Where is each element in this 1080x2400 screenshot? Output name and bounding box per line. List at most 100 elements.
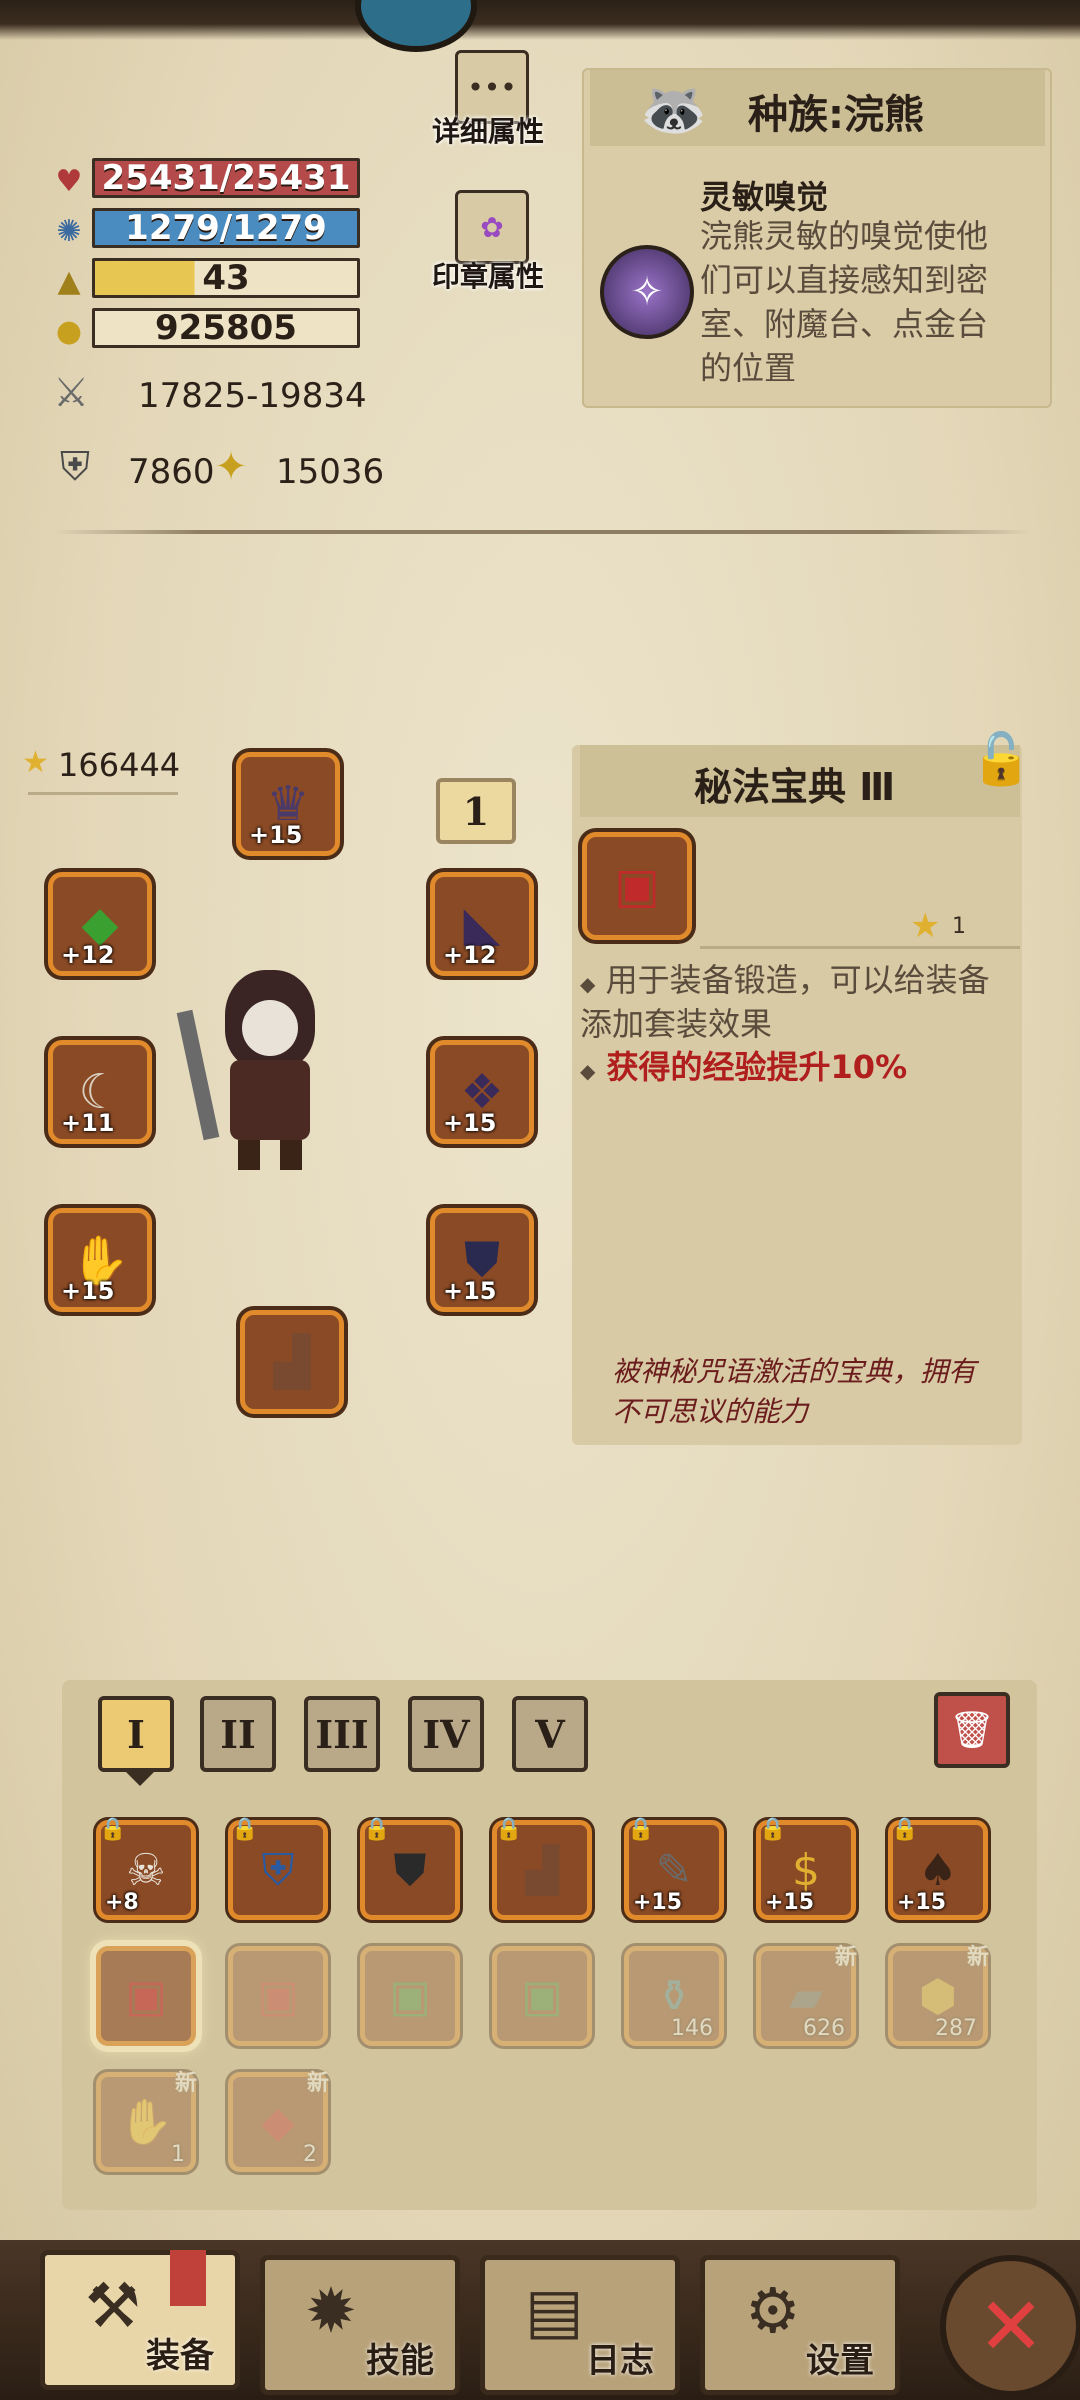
tab-page-1[interactable]: I	[98, 1696, 174, 1772]
dots-icon: •••	[467, 70, 517, 104]
gold-ore-icon: ⬢	[918, 1970, 958, 2022]
iron-ingot-icon: ▰	[789, 1970, 823, 2022]
potion-icon: ⚱	[655, 1970, 693, 2022]
chest-slot[interactable]: ⛊ +15	[430, 1208, 534, 1312]
inventory-slot[interactable]: 🔒 ♠ +15	[888, 1817, 988, 1920]
detail-attrs-label[interactable]: 详细属性	[432, 110, 544, 150]
inventory-slot[interactable]: 🔒 ⛊	[360, 1817, 460, 1920]
boots-slot[interactable]: ▟	[240, 1310, 344, 1414]
lock-icon: 🔒	[627, 1817, 655, 1842]
close-icon: ✕	[977, 2279, 1045, 2373]
diamond-bullet-icon: ◆	[580, 1059, 596, 1083]
scroll-icon: ▤	[525, 2274, 584, 2347]
bird-emblem-icon	[355, 0, 477, 52]
green-codex-icon: ▣	[389, 1970, 431, 2022]
crossed-swords-icon: ⚔	[53, 370, 89, 416]
gloves-slot[interactable]: ✋ +15	[48, 1208, 152, 1312]
codex-book-icon: ▣	[614, 858, 660, 914]
level-icon: ▲	[57, 263, 81, 299]
defense-value: 7860	[128, 452, 215, 492]
inventory-slot[interactable]: 🔒 ⛨	[228, 1817, 328, 1920]
weapon-slot[interactable]: ☾ +11	[48, 1040, 152, 1144]
tab-page-4[interactable]: IV	[408, 1696, 484, 1772]
lock-icon: 🔒	[495, 1817, 523, 1842]
sniff-skill-icon[interactable]: ✧	[600, 245, 694, 339]
inventory-slot[interactable]: ▣	[228, 1946, 328, 2046]
red-gem-icon: ◆	[261, 2096, 295, 2148]
lock-icon: 🔒	[363, 1817, 391, 1842]
boots-icon: ▟	[273, 1334, 311, 1390]
gear-icon: ⚙	[745, 2274, 801, 2347]
equipment-score: 166444	[58, 746, 181, 784]
gauntlet-slot[interactable]: ◆ +12	[48, 872, 152, 976]
inventory-slot[interactable]: ▣	[96, 1946, 196, 2046]
inventory-slot[interactable]: ◆ 新 2	[228, 2071, 329, 2172]
inventory-slot[interactable]: ▣	[492, 1946, 592, 2046]
nav-log-button[interactable]: ▤ 日志	[480, 2255, 680, 2395]
attack-value: 17825-19834	[138, 376, 367, 416]
inventory-slot[interactable]: 🔒 ▟	[492, 1817, 592, 1920]
inventory-slot[interactable]: ⚱ 146	[624, 1946, 724, 2046]
mana-icon: ✺	[56, 213, 82, 249]
hp-bar: 25431/25431	[92, 158, 360, 198]
nav-settings-button[interactable]: ⚙ 设置	[700, 2255, 900, 2395]
bookmark-ribbon	[170, 2250, 206, 2306]
axe-icon: ⚒	[85, 2269, 141, 2342]
inventory-slot[interactable]: ✋ 新 1	[96, 2071, 197, 2172]
item-bullet-2: ◆ 获得的经验提升10%	[580, 1048, 908, 1086]
armor-slot[interactable]: ❖ +15	[430, 1040, 534, 1144]
tab-page-3[interactable]: III	[304, 1696, 380, 1772]
race-skill-desc: 浣熊灵敏的嗅觉使他们可以直接感知到密室、附魔台、点金台的位置	[700, 217, 989, 387]
trash-button[interactable]: 🗑	[934, 1692, 1010, 1768]
item-icon-slot: ▣	[582, 832, 692, 940]
inventory-slot[interactable]: 🔒 ✎ +15	[624, 1817, 724, 1920]
codex-book-icon: ▣	[125, 1970, 167, 2022]
trash-icon: 🗑	[949, 1710, 995, 1751]
raccoon-icon: 🦝	[640, 78, 708, 141]
lock-icon: 🔒	[891, 1817, 919, 1842]
diamond-bullet-icon: ◆	[580, 972, 596, 996]
item-flavor-text: 被神秘咒语激活的宝典，拥有不可思议的能力	[612, 1355, 977, 1428]
race-skill-name: 灵敏嗅觉	[700, 178, 829, 216]
seal-attrs-label[interactable]: 印章属性	[432, 255, 544, 295]
inventory-slot[interactable]: ⬢ 新 287	[888, 1945, 989, 2046]
heart-icon: ♥	[55, 163, 83, 199]
inventory-slot[interactable]: ▣	[360, 1946, 460, 2046]
level-bar: 43	[92, 258, 360, 298]
tribal-pauldron-icon: ♠	[918, 1844, 958, 1896]
nav-skills-button[interactable]: ✹ 技能	[260, 2255, 460, 2395]
seal-attrs-button[interactable]: ✿	[455, 190, 529, 264]
item-bullet-1: ◆ 用于装备锻造，可以给装备添加套装效果	[580, 961, 990, 1043]
helmet-slot[interactable]: ♛ +15	[236, 752, 340, 856]
divider	[55, 530, 1030, 534]
race-title: 种族:浣熊	[748, 92, 924, 138]
item-star-icon: ★	[910, 906, 941, 946]
mp-bar: 1279/1279	[92, 208, 360, 248]
rune-shield-icon: ⛨	[261, 1844, 295, 1896]
top-border	[0, 0, 1080, 40]
tab-page-5[interactable]: V	[512, 1696, 588, 1772]
inventory-slot[interactable]: ▰ 新 626	[756, 1945, 857, 2046]
active-tab-caret	[126, 1772, 154, 1786]
glove-material-icon: ✋	[118, 2097, 174, 2148]
set-badge[interactable]: 1	[436, 778, 516, 844]
shoulder-slot[interactable]: ◣ +12	[430, 872, 534, 976]
tab-page-2[interactable]: II	[200, 1696, 276, 1772]
inventory-slot[interactable]: 🔒 $ +15	[756, 1817, 856, 1920]
fur-boots-icon: ▟	[525, 1844, 559, 1896]
lock-icon: 🔒	[231, 1817, 259, 1842]
unlock-icon[interactable]: 🔓	[970, 730, 1032, 789]
item-divider	[700, 946, 1020, 949]
star-icon: ★	[22, 745, 49, 780]
inventory-slot[interactable]: 🔒 ☠ +8	[96, 1817, 196, 1920]
close-button[interactable]: ✕	[940, 2255, 1080, 2397]
nav-equip-button[interactable]: ⚒ 装备	[40, 2250, 240, 2390]
connector-line	[28, 792, 178, 795]
drill-weapon-icon: ✎	[655, 1844, 693, 1896]
flower-seal-icon: ✿	[480, 210, 504, 244]
lock-icon: 🔒	[759, 1817, 787, 1842]
skull-helm-icon: ☠	[126, 1844, 166, 1896]
item-star-count: 1	[952, 914, 966, 939]
power-icon: ✦	[214, 444, 248, 490]
item-name: 秘法宝典 Ⅲ	[694, 765, 896, 809]
